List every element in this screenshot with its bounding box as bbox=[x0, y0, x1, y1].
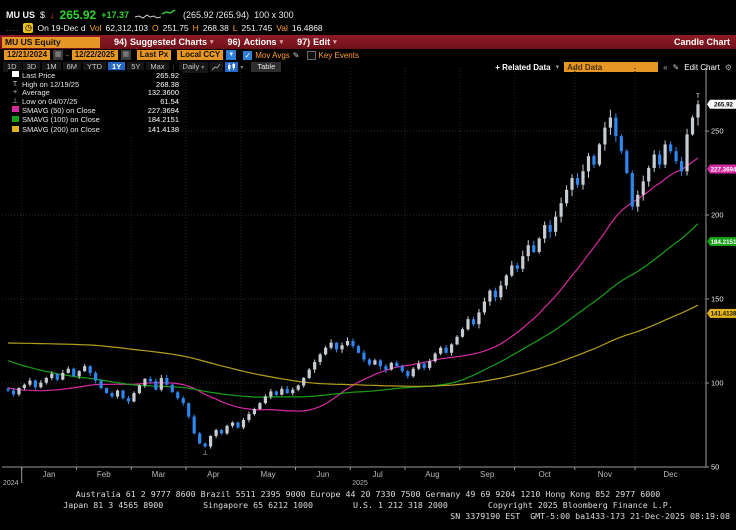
average-marker-icon: + bbox=[11, 89, 19, 98]
vol-label: Vol bbox=[90, 23, 102, 33]
key-events-label[interactable]: Key Events bbox=[319, 51, 359, 60]
svg-text:Oct: Oct bbox=[538, 470, 551, 479]
svg-text:Mar: Mar bbox=[152, 470, 166, 479]
date-range-dash: - bbox=[66, 51, 69, 60]
calendar-icon[interactable]: ▦ bbox=[121, 50, 131, 60]
low-value: 251.745 bbox=[242, 23, 273, 33]
smavg50-swatch bbox=[12, 106, 19, 112]
svg-text:Sep: Sep bbox=[480, 470, 495, 479]
chart-toolbar: 12/21/2024 ▦ - 12/22/2025 ▦ Last Px Loca… bbox=[0, 49, 736, 61]
svg-text:Apr: Apr bbox=[207, 470, 220, 479]
last-price: 265.92 bbox=[60, 8, 97, 22]
high-label: H bbox=[193, 23, 199, 33]
svg-text:2024: 2024 bbox=[3, 480, 19, 486]
high-value: 268.38 bbox=[203, 23, 229, 33]
footer-contacts-line1: Australia 61 2 9777 8600 Brazil 5511 239… bbox=[0, 489, 736, 499]
title-bar: MU US Equity 94) Suggested Charts ▾ 96) … bbox=[0, 35, 736, 49]
chart-type-title: Candle Chart bbox=[674, 37, 730, 47]
svg-text:Feb: Feb bbox=[97, 470, 111, 479]
val-value: 16.4868 bbox=[292, 23, 323, 33]
ellipsis: .... bbox=[6, 23, 19, 33]
open-value: 251.75 bbox=[163, 23, 189, 33]
svg-text:Jun: Jun bbox=[316, 470, 329, 479]
chart-area: 50 100 150 200 250 Jan Feb Mar Apr May Jun Jul Aug Se… bbox=[0, 68, 736, 486]
lot-size: 100 x 300 bbox=[254, 10, 294, 20]
svg-text:Nov: Nov bbox=[598, 470, 612, 479]
high-marker-icon: T bbox=[11, 81, 19, 90]
menu-label: Edit bbox=[313, 37, 330, 47]
smavg100-swatch bbox=[12, 116, 19, 122]
svg-text:141.4138: 141.4138 bbox=[711, 311, 736, 318]
intraday-sparkline-icon bbox=[134, 9, 178, 21]
legend-smavg-200[interactable]: SMAVG (200) on Close 141.4138 bbox=[11, 126, 179, 136]
smavg200-swatch bbox=[12, 126, 19, 132]
svg-text:150: 150 bbox=[711, 295, 724, 304]
currency-select[interactable]: Local CCY bbox=[177, 50, 223, 60]
svg-text:⊥: ⊥ bbox=[203, 450, 208, 457]
date-to-input[interactable]: 12/22/2025 bbox=[72, 50, 118, 60]
ticker-line2: .... ◷ On 19-Dec d Vol 62,312,103 O 251.… bbox=[6, 22, 323, 34]
price-field-select[interactable]: Last Px bbox=[137, 50, 171, 60]
menu-number: 94) bbox=[114, 37, 127, 47]
menu-label: Actions bbox=[244, 37, 277, 47]
calendar-icon[interactable]: ▦ bbox=[53, 50, 63, 60]
chevron-down-icon: ▾ bbox=[333, 38, 337, 46]
date-from-input[interactable]: 12/21/2024 bbox=[4, 50, 50, 60]
svg-text:May: May bbox=[261, 470, 276, 479]
menu-suggested-charts[interactable]: 94) Suggested Charts ▾ bbox=[114, 37, 214, 47]
svg-text:2025: 2025 bbox=[352, 480, 368, 486]
ticker-currency: $ bbox=[40, 10, 45, 20]
volume-value: 62,312,103 bbox=[105, 23, 148, 33]
security-input[interactable]: MU US Equity bbox=[2, 37, 100, 48]
currency-dropdown-icon[interactable]: ▾ bbox=[226, 50, 236, 60]
svg-text:Aug: Aug bbox=[425, 470, 439, 479]
menu-actions[interactable]: 96) Actions ▾ bbox=[228, 37, 284, 47]
open-label: O bbox=[152, 23, 159, 33]
footer-session-info: SN 3379190 EST GMT-5:00 ba1433-173 21-De… bbox=[0, 511, 736, 521]
last-price-swatch bbox=[12, 71, 19, 77]
key-events-checkbox[interactable] bbox=[307, 51, 316, 60]
low-label: L bbox=[233, 23, 238, 33]
svg-text:265.92: 265.92 bbox=[714, 102, 733, 109]
menu-label: Suggested Charts bbox=[130, 37, 207, 47]
menu-edit[interactable]: 97) Edit ▾ bbox=[297, 37, 337, 47]
low-marker-icon: ⊥ bbox=[11, 98, 19, 107]
svg-text:T: T bbox=[696, 94, 700, 100]
menu-number: 96) bbox=[228, 37, 241, 47]
ticker-symbol: MU US bbox=[6, 10, 35, 20]
svg-text:Dec: Dec bbox=[663, 470, 677, 479]
svg-text:Jan: Jan bbox=[43, 470, 56, 479]
svg-text:100: 100 bbox=[711, 379, 724, 388]
svg-text:227.3694: 227.3694 bbox=[711, 166, 736, 173]
svg-text:Jul: Jul bbox=[373, 470, 383, 479]
svg-text:250: 250 bbox=[711, 127, 724, 136]
footer-contacts-line2: Japan 81 3 4565 8900 Singapore 65 6212 1… bbox=[0, 500, 736, 510]
price-change: +17.37 bbox=[101, 10, 129, 20]
mov-avgs-checkbox[interactable]: ✓ bbox=[243, 51, 252, 60]
session-date: On 19-Dec d bbox=[37, 23, 85, 33]
bid-ask: (265.92 /265.94) bbox=[183, 10, 249, 20]
delayed-data-icon[interactable]: ◷ bbox=[23, 23, 33, 33]
svg-text:200: 200 bbox=[711, 211, 724, 220]
svg-text:50: 50 bbox=[711, 463, 719, 472]
chevron-down-icon: ▾ bbox=[280, 38, 284, 46]
mov-avgs-label[interactable]: Mov Avgs bbox=[255, 51, 290, 60]
ticker-line1: MU US $ ↓ 265.92 +17.37 (265.92 /265.94)… bbox=[6, 8, 294, 22]
edit-mov-avgs-icon[interactable]: ✎ bbox=[293, 51, 300, 60]
chevron-down-icon: ▾ bbox=[210, 38, 214, 46]
val-label: Val bbox=[276, 23, 288, 33]
menu-number: 97) bbox=[297, 37, 310, 47]
svg-text:184.2151: 184.2151 bbox=[711, 239, 736, 246]
price-down-arrow-icon: ↓ bbox=[50, 10, 55, 20]
chart-legend: Last Price 265.92 T High on 12/19/25 268… bbox=[8, 70, 182, 136]
